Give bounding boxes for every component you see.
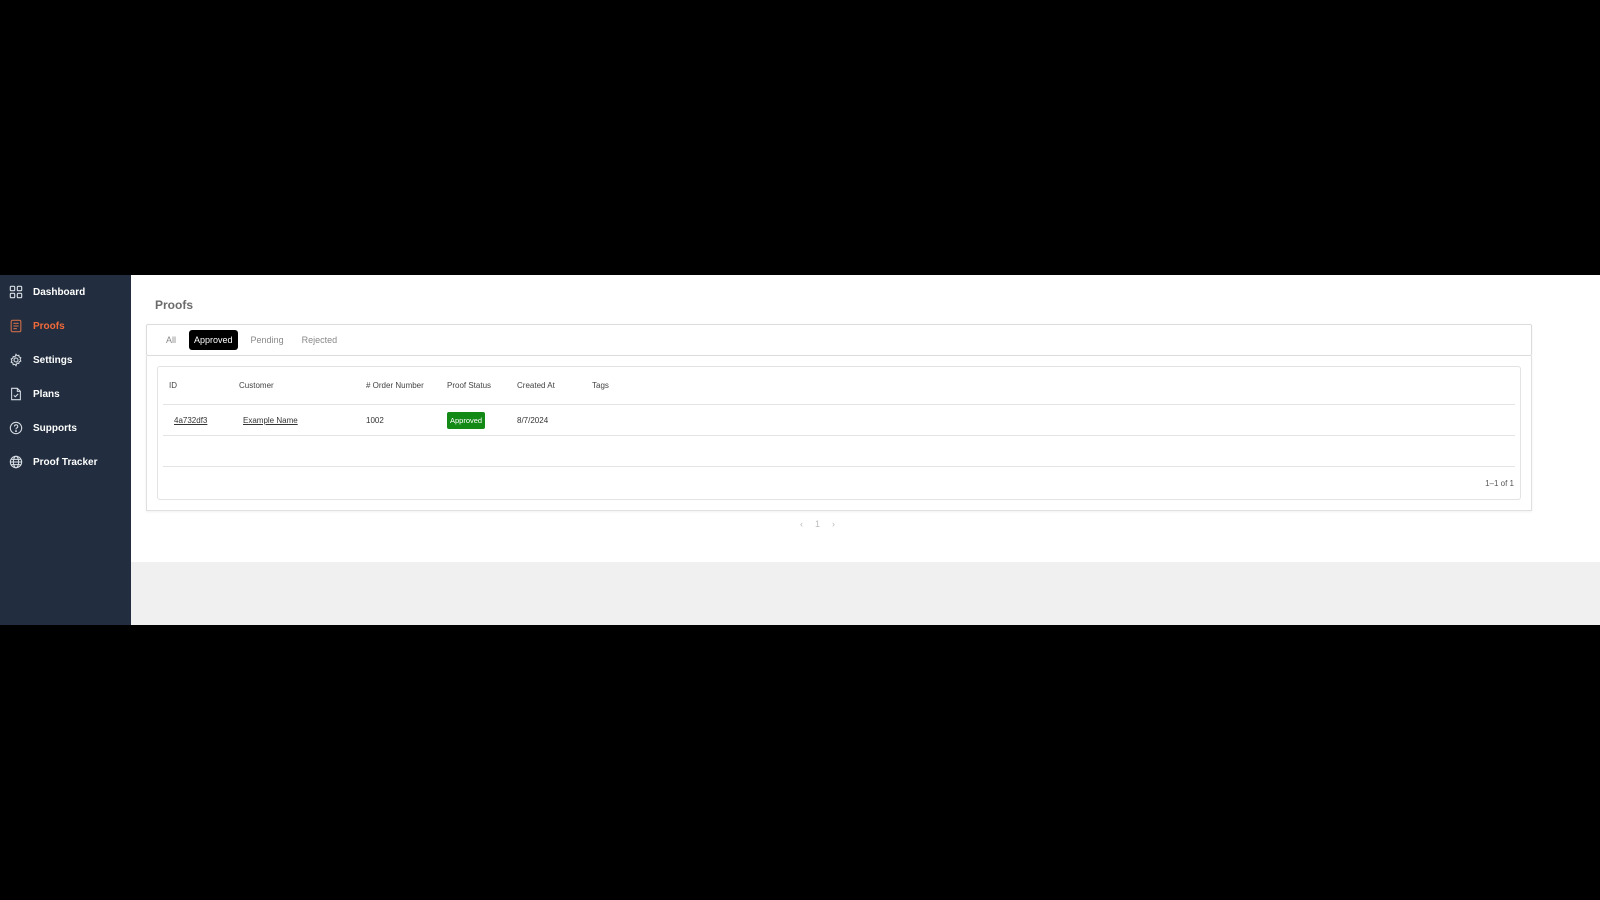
page-title: Proofs [155, 298, 194, 312]
sidebar-item-label: Supports [33, 422, 77, 434]
created-at: 8/7/2024 [517, 415, 549, 425]
sidebar-item-proof-tracker[interactable]: Proof Tracker [0, 445, 131, 479]
tab-all[interactable]: All [161, 330, 181, 350]
main-content: Proofs All Approved Pending Rejected ID … [131, 275, 1600, 625]
status-badge: Approved [447, 411, 486, 429]
sidebar-item-label: Proof Tracker [33, 456, 98, 468]
sidebar: Dashboard Proofs Settings Plans Supports [0, 275, 131, 625]
sidebar-item-dashboard[interactable]: Dashboard [0, 275, 131, 309]
table-row[interactable]: 4a732df3 Example Name 1002 Approved 8/7/… [163, 405, 1515, 436]
tab-pending[interactable]: Pending [246, 330, 289, 350]
sidebar-item-label: Settings [33, 354, 73, 366]
tab-approved[interactable]: Approved [189, 330, 238, 350]
proof-id-link[interactable]: 4a732df3 [174, 416, 207, 425]
proofs-table-container: ID Customer # Order Number Proof Status … [146, 356, 1532, 511]
sidebar-item-settings[interactable]: Settings [0, 343, 131, 377]
pagination: ‹ 1 › [800, 519, 835, 529]
next-page-button[interactable]: › [832, 519, 835, 529]
table-footer: 1–1 of 1 [1485, 467, 1514, 499]
order-number: 1002 [366, 415, 384, 425]
sidebar-item-label: Proofs [33, 320, 65, 332]
status-cell: Approved [447, 411, 486, 429]
column-header-proof-status[interactable]: Proof Status [447, 381, 491, 390]
gear-icon [9, 353, 23, 367]
tab-rejected[interactable]: Rejected [297, 330, 343, 350]
sidebar-item-label: Dashboard [33, 286, 86, 298]
empty-row [163, 436, 1515, 467]
dashboard-grid-icon [9, 285, 23, 299]
globe-icon [9, 455, 23, 469]
status-tabs: All Approved Pending Rejected [146, 324, 1532, 356]
column-header-order-number[interactable]: # Order Number [366, 381, 424, 390]
column-header-id[interactable]: ID [169, 381, 177, 390]
sidebar-item-plans[interactable]: Plans [0, 377, 131, 411]
table-header: ID Customer # Order Number Proof Status … [163, 367, 1515, 405]
help-circle-icon [9, 421, 23, 435]
document-icon [9, 319, 23, 333]
page-number-button[interactable]: 1 [815, 519, 820, 529]
column-header-tags[interactable]: Tags [592, 381, 609, 390]
customer-link[interactable]: Example Name [243, 416, 298, 425]
sidebar-item-proofs[interactable]: Proofs [0, 309, 131, 343]
sidebar-item-label: Plans [33, 388, 60, 400]
sidebar-item-supports[interactable]: Supports [0, 411, 131, 445]
proofs-table: ID Customer # Order Number Proof Status … [157, 366, 1521, 500]
row-count: 1–1 of 1 [1485, 478, 1514, 488]
column-header-customer[interactable]: Customer [239, 381, 274, 390]
prev-page-button[interactable]: ‹ [800, 519, 803, 529]
app-window: Dashboard Proofs Settings Plans Supports [0, 275, 1600, 625]
file-check-icon [9, 387, 23, 401]
column-header-created-at[interactable]: Created At [517, 381, 555, 390]
